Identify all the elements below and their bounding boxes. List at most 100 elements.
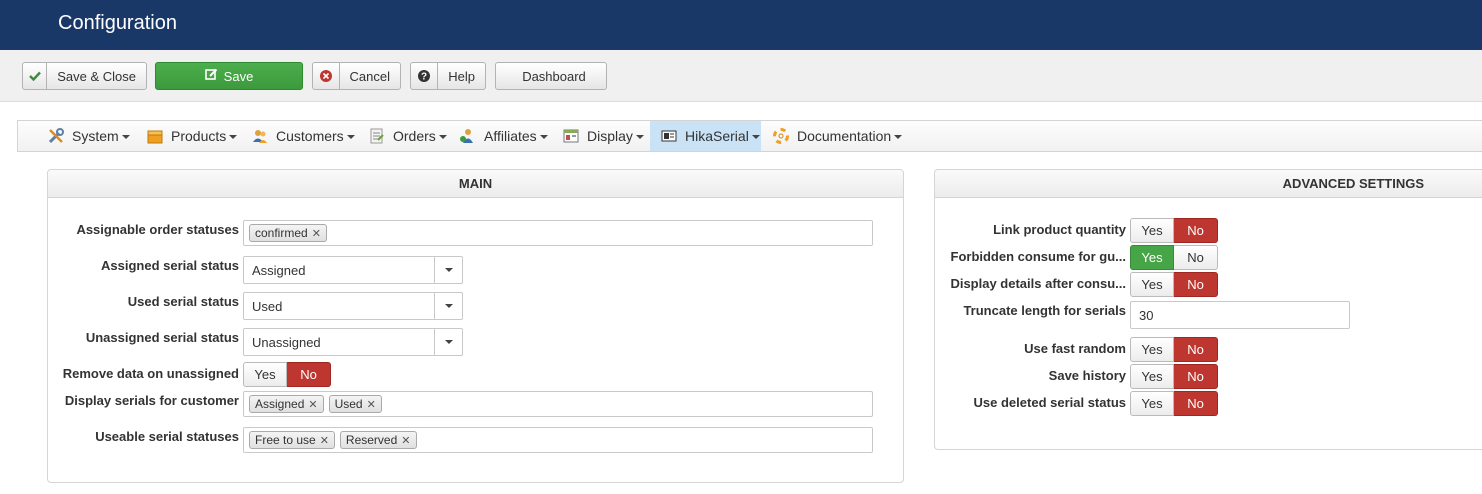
link-product-quantity-toggle: Yes No [1130,218,1218,243]
cancel-icon [313,63,340,89]
chevron-down-icon [539,135,548,139]
truncate-length-input[interactable]: 30 [1130,301,1350,329]
assignable-order-statuses-input[interactable]: confirmed ✕ [243,220,873,246]
toolbar: Save & Close Save Cancel ? Help Dashboar… [0,50,1482,102]
tag-label: Reserved [345,433,398,447]
status-tag: Free to use ✕ [249,431,335,449]
menu-label-system: System [72,128,119,144]
chevron-down-icon [121,135,130,139]
use-deleted-serial-status-label: Use deleted serial status [973,395,1126,410]
toggle-yes[interactable]: Yes [243,362,287,387]
tools-icon [47,127,65,145]
display-details-after-consume-toggle: Yes No [1130,272,1218,297]
toggle-no[interactable]: No [1174,391,1218,416]
useable-serial-statuses-input[interactable]: Free to use ✕ Reserved ✕ [243,427,873,453]
main-panel-title: MAIN [48,170,903,198]
menu-item-documentation[interactable]: Documentation [772,121,903,151]
svg-text:?: ? [421,72,427,83]
assignable-order-statuses-label: Assignable order statuses [76,222,239,237]
menu-label-products: Products [171,128,227,144]
chevron-down-icon [635,135,644,139]
remove-data-on-unassigned-toggle: Yes No [243,362,331,387]
toggle-yes[interactable]: Yes [1130,337,1174,362]
remove-tag-icon[interactable]: ✕ [312,227,321,240]
toggle-no[interactable]: No [1174,245,1218,270]
display-details-after-consume-label: Display details after consu... [950,276,1126,291]
users-icon [251,127,269,145]
toggle-no[interactable]: No [1174,364,1218,389]
toggle-yes[interactable]: Yes [1130,364,1174,389]
remove-tag-icon[interactable]: ✕ [367,398,376,411]
orders-icon [368,127,386,145]
display-icon [562,127,580,145]
menu-label-customers: Customers [276,128,344,144]
chevron-down-icon [438,135,447,139]
page-title: Configuration [58,12,177,34]
advanced-settings-title: ADVANCED SETTINGS [935,170,1482,198]
box-icon [146,127,164,145]
used-serial-status-select[interactable]: Used [243,292,463,320]
menu-item-display[interactable]: Display [562,121,644,151]
app-header: Configuration [0,0,1482,50]
dropdown-toggle[interactable] [434,293,462,319]
affiliates-icon [459,127,477,145]
toggle-yes[interactable]: Yes [1130,391,1174,416]
display-serials-for-customer-input[interactable]: Assigned ✕ Used ✕ [243,391,873,417]
remove-tag-icon[interactable]: ✕ [401,434,410,447]
dashboard-button[interactable]: Dashboard [495,62,607,90]
save-close-label: Save & Close [57,68,136,84]
menu-item-products[interactable]: Products [146,121,238,151]
forbidden-consume-for-guests-label: Forbidden consume for gu... [950,249,1127,264]
menu-item-affiliates[interactable]: Affiliates [459,121,548,151]
chevron-down-icon [751,135,760,139]
select-value: Used [252,298,283,314]
save-label: Save [223,68,254,84]
chevron-down-icon [894,135,903,139]
toggle-no[interactable]: No [1174,337,1218,362]
status-tag: Reserved ✕ [339,431,417,449]
menu-item-orders[interactable]: Orders [368,121,447,151]
remove-tag-icon[interactable]: ✕ [320,434,329,447]
remove-tag-icon[interactable]: ✕ [308,398,317,411]
main-menu: System Products Customers Orders Affilia… [17,120,1482,152]
dashboard-label: Dashboard [522,68,586,84]
select-value: Assigned [252,262,306,278]
serial-icon [660,127,678,145]
help-label: Help [448,68,475,84]
save-close-button[interactable]: Save & Close [22,62,147,90]
menu-item-system[interactable]: System [47,121,130,151]
save-history-toggle: Yes No [1130,364,1218,389]
menu-label-display: Display [587,128,633,144]
help-button[interactable]: ? Help [410,62,486,90]
useable-serial-statuses-label: Useable serial statuses [95,429,239,444]
assigned-serial-status-select[interactable]: Assigned [243,256,463,284]
toggle-no[interactable]: No [1174,218,1218,243]
toggle-yes[interactable]: Yes [1130,272,1174,297]
use-deleted-serial-status-toggle: Yes No [1130,391,1218,416]
unassigned-serial-status-label: Unassigned serial status [85,330,239,345]
save-button[interactable]: Save [155,62,303,90]
dropdown-toggle[interactable] [434,329,462,355]
chevron-down-icon [229,135,238,139]
toggle-yes[interactable]: Yes [1130,218,1174,243]
assigned-serial-status-label: Assigned serial status [101,258,239,273]
toggle-yes[interactable]: Yes [1130,245,1174,270]
toggle-no[interactable]: No [287,362,331,387]
menu-label-hikaserial: HikaSerial [685,128,749,144]
chevron-down-icon [444,268,453,272]
menu-item-hikaserial[interactable]: HikaSerial [650,121,761,151]
use-fast-random-label: Use fast random [1024,341,1126,356]
remove-data-on-unassigned-label: Remove data on unassigned [62,366,239,381]
help-lifebuoy-icon [772,127,790,145]
menu-item-customers[interactable]: Customers [251,121,355,151]
dropdown-toggle[interactable] [434,257,462,283]
question-icon: ? [411,63,439,89]
toggle-no[interactable]: No [1174,272,1218,297]
cancel-button[interactable]: Cancel [312,62,401,90]
tag-label: Free to use [255,433,316,447]
edit-icon [204,68,218,84]
link-product-quantity-label: Link product quantity [993,222,1126,237]
unassigned-serial-status-select[interactable]: Unassigned [243,328,463,356]
tag-label: confirmed [255,226,308,240]
select-value: Unassigned [252,334,321,350]
